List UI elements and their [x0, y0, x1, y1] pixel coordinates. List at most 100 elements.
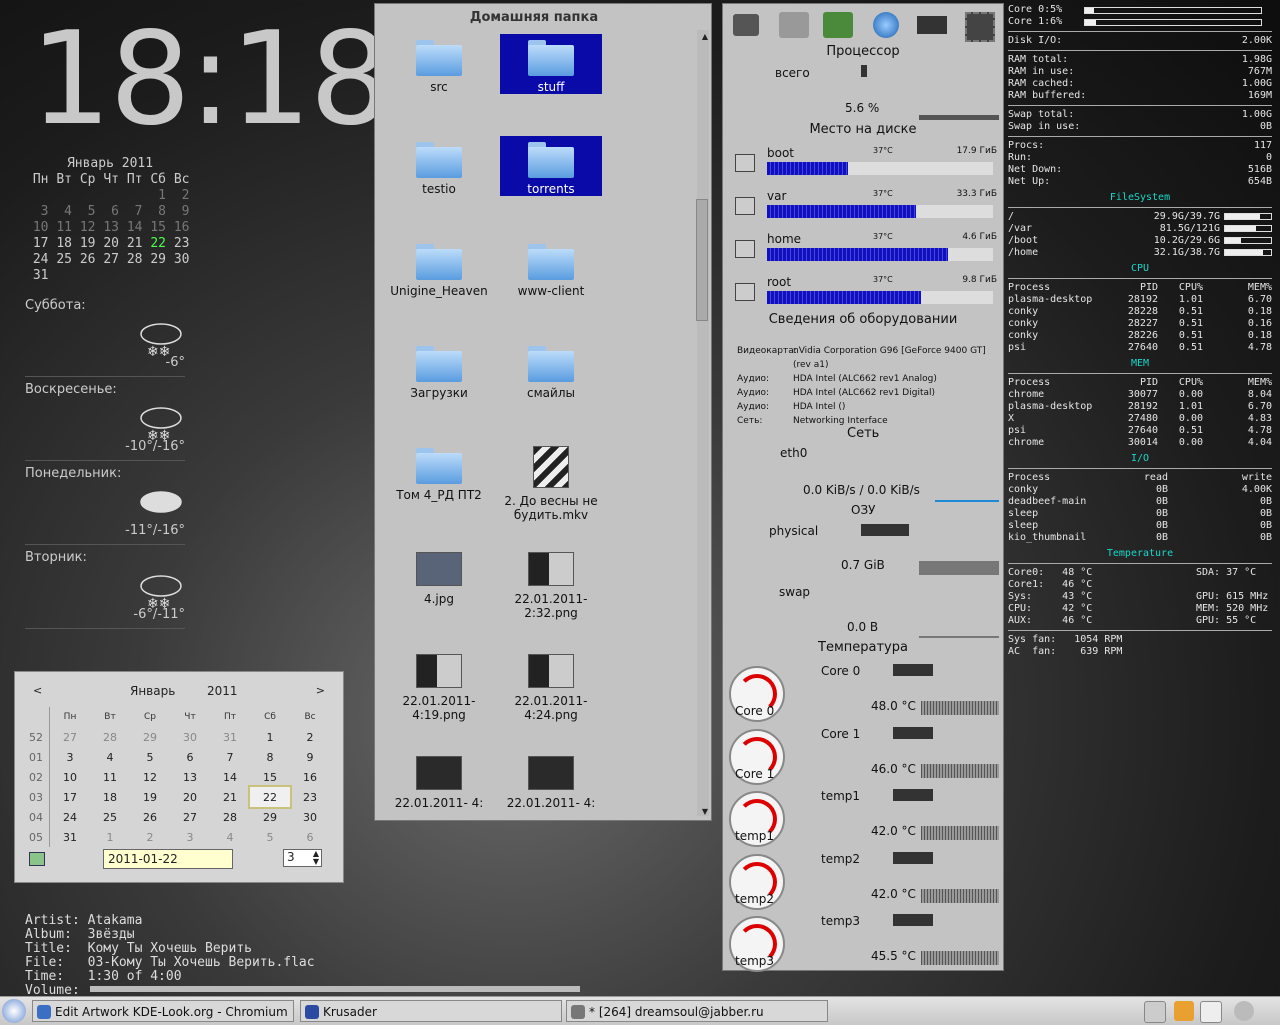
network-globe-icon[interactable]: [873, 12, 899, 38]
spinner-arrows-icon[interactable]: ▲ ▼: [313, 850, 319, 866]
calendar-day-cell[interactable]: 5: [130, 747, 170, 767]
disk-icon[interactable]: [779, 12, 809, 38]
calendar-day-cell[interactable]: 8: [250, 747, 290, 767]
calendar-day-cell[interactable]: 23: [290, 787, 330, 807]
network-tray-icon[interactable]: [1234, 1001, 1254, 1021]
file-item[interactable]: 4.jpg: [388, 544, 490, 606]
calendar-day-cell[interactable]: 6: [290, 827, 330, 847]
calendar-day-cell[interactable]: 28: [210, 807, 250, 827]
calendar-day-cell[interactable]: 9: [290, 747, 330, 767]
scrollbar[interactable]: [697, 30, 709, 816]
hardware-info-icon[interactable]: [823, 12, 853, 38]
calendar-day-cell[interactable]: 2: [290, 727, 330, 747]
file-item[interactable]: testio: [388, 136, 490, 196]
start-menu-icon[interactable]: [2, 999, 26, 1023]
file-item[interactable]: 22.01.2011- 4:19.png: [388, 646, 490, 722]
calendar-day-cell[interactable]: 5: [250, 827, 290, 847]
cpu-icon[interactable]: [965, 12, 995, 42]
calendar-day-cell[interactable]: 20: [170, 787, 210, 807]
help-tray-icon[interactable]: [1174, 1001, 1194, 1021]
file-item[interactable]: Unigine_Heaven: [388, 238, 490, 298]
month-label[interactable]: Январь: [130, 684, 175, 698]
file-item[interactable]: www-client: [500, 238, 602, 298]
calendar-day-cell[interactable]: 22: [248, 785, 292, 809]
calendar-day-cell[interactable]: 29: [130, 727, 170, 747]
calendar-day-cell[interactable]: 15: [250, 767, 290, 787]
calendar-day-cell[interactable]: 11: [90, 767, 130, 787]
calendar-day-cell[interactable]: 3: [170, 827, 210, 847]
conky-value: 6%: [1050, 16, 1063, 27]
date-input[interactable]: 2011-01-22: [103, 849, 233, 869]
calendar-day-cell[interactable]: 24: [50, 807, 91, 827]
file-item[interactable]: 22.01.2011- 4:: [500, 748, 602, 810]
weekday-label: Ср: [79, 172, 96, 187]
calendar-day-cell[interactable]: 29: [250, 807, 290, 827]
calendar-day-cell[interactable]: 3: [50, 747, 91, 767]
calendar-day-cell[interactable]: 28: [90, 727, 130, 747]
fs-usage: 32.1G/38.7G: [1154, 247, 1272, 259]
calendar-day-cell[interactable]: 31: [50, 827, 91, 847]
file-item[interactable]: torrents: [500, 136, 602, 196]
file-item[interactable]: src: [388, 34, 490, 94]
calendar-icon[interactable]: [29, 852, 45, 866]
weeks-spinner[interactable]: 3 ▲ ▼: [283, 849, 322, 867]
month-calendar-widget: Январь 2011 Пн Вт Ср Чт Пт Сб Вс 1 2 3 4 5 6 7 8 9 10 11…: [25, 156, 195, 284]
calendar-day-cell[interactable]: 21: [210, 787, 250, 807]
weekday-header: Пн: [63, 712, 77, 722]
system-monitor-panel: Процессор всего 5.6 % Место на диске boo…: [722, 3, 1004, 972]
calendar-day-cell[interactable]: 10: [50, 767, 91, 787]
calendar-day-cell[interactable]: 17: [50, 787, 91, 807]
file-item[interactable]: 2. До весны не будить.mkv: [500, 442, 602, 522]
calendar-day-cell[interactable]: 19: [130, 787, 170, 807]
info-tray-icon[interactable]: [1144, 1001, 1166, 1023]
calendar-day-cell[interactable]: 4: [210, 827, 250, 847]
calendar-day-cell[interactable]: 12: [130, 767, 170, 787]
file-item[interactable]: 22.01.2011- 4:: [388, 748, 490, 810]
calendar-day-cell[interactable]: 25: [90, 807, 130, 827]
conky-value: 0: [1265, 152, 1272, 163]
cell: deadbeef-main: [1008, 496, 1087, 507]
calendar-day-cell[interactable]: 31: [210, 727, 250, 747]
temp-value: 48.0 °C: [871, 699, 916, 713]
disk-usage-fill: [767, 248, 948, 261]
calendar-day-cell[interactable]: 27: [50, 727, 91, 747]
scrollbar-thumb[interactable]: [696, 199, 708, 321]
scroll-down-icon[interactable]: ▼: [702, 807, 708, 816]
calendar-day-cell[interactable]: 30: [170, 727, 210, 747]
calendar-row: 02 10 11 12 13 14 15 16: [23, 767, 330, 787]
calendar-day-cell[interactable]: 26: [130, 807, 170, 827]
calendar-day-cell[interactable]: 2: [130, 827, 170, 847]
folder-body: [416, 249, 462, 280]
memory-icon[interactable]: [917, 16, 947, 34]
calendar-day-cell[interactable]: 1: [90, 827, 130, 847]
clipboard-tray-icon[interactable]: [1200, 1001, 1222, 1023]
file-item[interactable]: 22.01.2011- 2:32.png: [500, 544, 602, 620]
year-label[interactable]: 2011: [207, 684, 238, 698]
calendar-day-cell[interactable]: 7: [210, 747, 250, 767]
file-item[interactable]: 22.01.2011- 4:24.png: [500, 646, 602, 722]
file-item[interactable]: смайлы: [500, 340, 602, 400]
file-item[interactable]: stuff: [500, 34, 602, 94]
next-month-button[interactable]: >: [316, 684, 325, 697]
calendar-day-cell[interactable]: 16: [290, 767, 330, 787]
calendar-day-cell[interactable]: 18: [90, 787, 130, 807]
calendar-day-cell[interactable]: 27: [170, 807, 210, 827]
conky-value: 2.00K: [1241, 35, 1272, 46]
scroll-up-icon[interactable]: ▲: [702, 32, 708, 41]
calendar-day-cell[interactable]: 14: [210, 767, 250, 787]
prev-month-button[interactable]: <: [33, 684, 42, 697]
taskbar-button[interactable]: Edit Artwork KDE-Look.org - Chromium: [32, 1000, 294, 1022]
hard-drive-icon[interactable]: [733, 14, 759, 36]
calendar-day-cell[interactable]: 30: [290, 807, 330, 827]
taskbar-button[interactable]: * [264] dreamsoul@jabber.ru: [566, 1000, 828, 1022]
volume-bar[interactable]: [90, 986, 580, 992]
taskbar-button[interactable]: Krusader: [300, 1000, 562, 1022]
calendar-day-cell[interactable]: 13: [170, 767, 210, 787]
fs-bar: [1224, 212, 1272, 220]
calendar-day: 5: [87, 204, 96, 219]
file-item[interactable]: Том 4_РД ПТ2: [388, 442, 490, 502]
calendar-day-cell[interactable]: 4: [90, 747, 130, 767]
calendar-day-cell[interactable]: 6: [170, 747, 210, 767]
file-item[interactable]: Загрузки: [388, 340, 490, 400]
calendar-day-cell[interactable]: 1: [250, 727, 290, 747]
